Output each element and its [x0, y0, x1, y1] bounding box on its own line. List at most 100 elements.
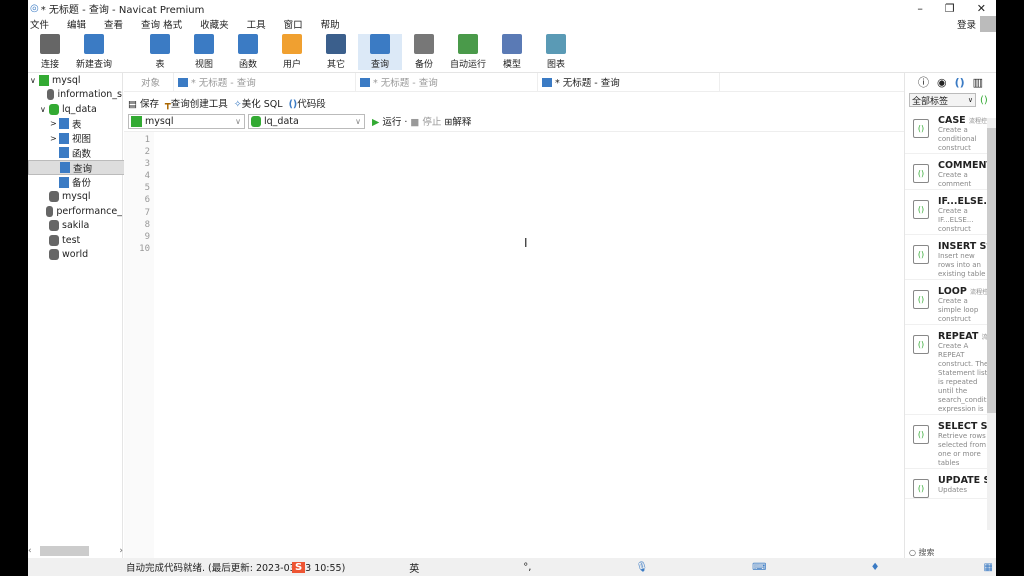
- eye-icon[interactable]: ◉: [937, 76, 947, 89]
- tab-objects[interactable]: 对象: [124, 73, 174, 91]
- minimize-button[interactable]: –: [917, 2, 923, 15]
- run-button[interactable]: ▶ 运行 ·: [372, 114, 407, 128]
- beautify-sql-button[interactable]: ✧美化 SQL: [234, 96, 283, 110]
- object-icon: [60, 162, 70, 173]
- toolbar-button-3[interactable]: 视图: [182, 34, 226, 70]
- tree-item-label: sakila: [62, 220, 90, 232]
- snippet-scrollbar[interactable]: [987, 118, 996, 530]
- login-link[interactable]: 登录: [957, 17, 976, 31]
- menu-bar: 文件 编辑 查看 查询 格式 收藏夹 工具 窗口 帮助 登录: [28, 15, 996, 32]
- toolbar-button-1[interactable]: 新建查询: [72, 34, 116, 70]
- snippet-item[interactable]: () SELECT Sy Retrieve rows selected from …: [905, 415, 987, 469]
- toolbar-button-9[interactable]: 自动运行: [446, 34, 490, 70]
- toolbar-button-4[interactable]: 函数: [226, 34, 270, 70]
- braces-icon[interactable]: (): [955, 76, 965, 89]
- stop-icon: ■: [410, 117, 420, 128]
- tree-item[interactable]: > 表: [28, 117, 122, 132]
- connection-select[interactable]: mysql ∨: [128, 113, 245, 129]
- snippet-item[interactable]: () IF...ELSE... Create a IF...ELSE... con…: [905, 190, 987, 235]
- tree-item[interactable]: 函数: [28, 146, 122, 161]
- apps-icon[interactable]: ▦: [984, 562, 993, 573]
- expand-icon: ∨: [40, 104, 46, 114]
- toolbar-icon: [414, 34, 434, 54]
- toolbar-button-5[interactable]: 用户: [270, 34, 314, 70]
- close-button[interactable]: ✕: [977, 2, 986, 15]
- avatar[interactable]: [980, 15, 996, 32]
- app-icon: ◎: [30, 2, 39, 14]
- sql-editor[interactable]: 1 2 3 4 5 6 7 8 9 10 I: [124, 131, 904, 559]
- database-icon: [49, 103, 59, 115]
- explain-button[interactable]: ⊞解释: [444, 114, 471, 128]
- snippet-search[interactable]: ○ 搜索: [909, 547, 935, 558]
- snippet-item[interactable]: () UPDATE S Updates: [905, 469, 987, 499]
- query-builder-button[interactable]: ┳查询创建工具: [165, 96, 228, 110]
- skin-icon[interactable]: ♦: [871, 562, 880, 573]
- toolbar-button-8[interactable]: 备份: [402, 34, 446, 70]
- toolbar-icon: [84, 34, 104, 54]
- tree-horizontal-scrollbar[interactable]: ‹ ›: [28, 544, 123, 558]
- chevron-down-icon: ∨: [235, 116, 241, 126]
- text-cursor: I: [524, 236, 528, 250]
- maximize-button[interactable]: ❐: [945, 2, 955, 15]
- menu-window[interactable]: 窗口: [284, 17, 303, 31]
- toolbar-button-11[interactable]: 图表: [534, 34, 578, 70]
- ime-punctuation[interactable]: °,: [523, 562, 531, 573]
- snippet-item[interactable]: () LOOP 流程控 Create a simple loop construct: [905, 280, 987, 325]
- toolbar-button-10[interactable]: 模型: [490, 34, 534, 70]
- wand-icon: ✧: [233, 99, 242, 110]
- tree-item[interactable]: ∨ mysql: [28, 73, 122, 88]
- tree-item[interactable]: > 视图: [28, 131, 122, 146]
- menu-tools[interactable]: 工具: [247, 17, 266, 31]
- snippet-item[interactable]: () CASE 流程控 Create a conditional construct: [905, 109, 987, 154]
- tab-label: * 无标题 - 查询: [191, 78, 256, 89]
- tab-query-1[interactable]: * 无标题 - 查询: [174, 73, 356, 91]
- add-snippet-icon[interactable]: (): [980, 95, 988, 106]
- snippet-item[interactable]: () INSERT Sy Insert new rows into an exis…: [905, 235, 987, 280]
- snippet-item[interactable]: () COMMENT Create a comment: [905, 154, 987, 190]
- toolbar-button-7[interactable]: 查询: [358, 34, 402, 70]
- toolbar-icon: [150, 34, 170, 54]
- object-icon: [59, 176, 69, 188]
- tag-filter-select[interactable]: 全部标签 ∨: [909, 93, 976, 107]
- code-snippet-button[interactable]: ()代码段: [289, 96, 326, 110]
- menu-edit[interactable]: 编辑: [67, 17, 86, 31]
- menu-help[interactable]: 帮助: [321, 17, 340, 31]
- line-number: 7: [144, 207, 150, 218]
- toolbar-icon: [326, 34, 346, 54]
- tab-query-2[interactable]: * 无标题 - 查询: [356, 73, 538, 91]
- tree-item-label: 表: [72, 119, 82, 131]
- tree-item[interactable]: mysql: [28, 190, 122, 205]
- tree-item[interactable]: 备份: [28, 175, 122, 190]
- keyboard-icon[interactable]: ⌨: [752, 562, 766, 573]
- menu-file[interactable]: 文件: [30, 17, 49, 31]
- microphone-icon[interactable]: 🎙: [635, 562, 648, 573]
- snippet-item[interactable]: ()REPEAT 流Create A REPEAT construct. The…: [905, 325, 987, 415]
- sogou-icon[interactable]: S: [292, 561, 306, 573]
- toolbar-button-2[interactable]: 表: [138, 34, 182, 70]
- menu-favorites[interactable]: 收藏夹: [200, 17, 229, 31]
- database-select[interactable]: lq_data ∨: [248, 113, 365, 129]
- snippet-description: Updates: [938, 486, 967, 494]
- menu-query-format[interactable]: 查询 格式: [141, 17, 182, 31]
- braces-icon: (): [288, 99, 298, 110]
- layout-icon[interactable]: ▥: [973, 76, 983, 89]
- info-icon[interactable]: ⓘ: [918, 74, 929, 90]
- tree-item[interactable]: sakila: [28, 219, 122, 234]
- ime-language[interactable]: 英: [409, 560, 419, 575]
- toolbar-label: 表: [155, 60, 165, 70]
- tree-item[interactable]: performance_: [28, 204, 122, 219]
- toolbar-icon: [282, 34, 302, 54]
- stop-button[interactable]: ■ 停止: [410, 114, 441, 128]
- tab-query-3-active[interactable]: * 无标题 - 查询: [538, 73, 720, 91]
- tree-item[interactable]: information_s: [28, 88, 122, 103]
- beautify-label: 美化 SQL: [241, 99, 283, 110]
- explain-label: 解释: [452, 117, 472, 128]
- toolbar-button-6[interactable]: 其它: [314, 34, 358, 70]
- save-button[interactable]: ▤ 保存: [128, 96, 159, 110]
- tree-item[interactable]: ∨ lq_data: [28, 102, 122, 117]
- menu-view[interactable]: 查看: [104, 17, 123, 31]
- toolbar-button-0[interactable]: 连接: [28, 34, 72, 70]
- tree-item[interactable]: test: [28, 233, 122, 248]
- expand-icon: >: [50, 119, 57, 129]
- tree-item[interactable]: world: [28, 248, 122, 263]
